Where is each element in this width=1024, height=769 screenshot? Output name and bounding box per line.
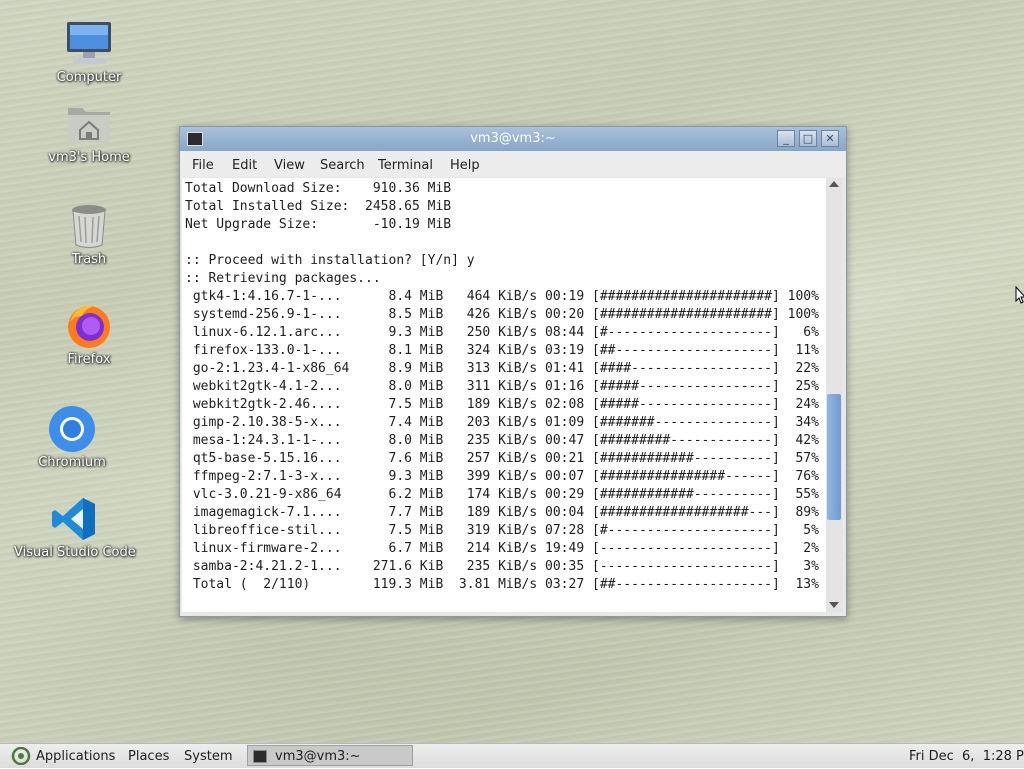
applications-menu[interactable]: Applications	[36, 749, 115, 764]
taskbar-terminal-button[interactable]: vm3@vm3:~	[247, 745, 413, 766]
desktop-icon-label: Visual Studio Code	[14, 545, 136, 560]
desktop-icon-vscode[interactable]: Visual Studio Code	[14, 495, 136, 560]
applications-logo-icon[interactable]	[11, 746, 31, 769]
menu-file[interactable]: File	[192, 158, 214, 173]
menu-edit[interactable]: Edit	[232, 158, 257, 173]
menu-search[interactable]: Search	[320, 158, 365, 173]
scroll-down-arrow-icon[interactable]	[829, 602, 839, 608]
window-title: vm3@vm3:~	[470, 131, 556, 146]
scroll-up-arrow-icon[interactable]	[829, 181, 839, 187]
system-menu[interactable]: System	[184, 749, 232, 764]
menu-help[interactable]: Help	[450, 158, 480, 173]
clock[interactable]: Fri Dec 6, 1:28 PM	[909, 749, 1024, 764]
trash-icon	[65, 202, 113, 250]
desktop-icon-label: Trash	[71, 252, 107, 267]
terminal-task-icon	[253, 750, 267, 763]
desktop: Computer vm3's Home Trash Firefox Chromi…	[0, 0, 1024, 743]
window-titlebar[interactable]: vm3@vm3:~ _ □ ✕	[180, 127, 846, 151]
terminal-text: Total Download Size: 910.36 MiB Total In…	[185, 181, 819, 592]
desktop-icon-trash[interactable]: Trash	[29, 202, 149, 267]
menu-view[interactable]: View	[274, 158, 305, 173]
computer-icon	[65, 20, 113, 68]
close-button[interactable]: ✕	[821, 130, 839, 147]
home-folder-icon	[65, 100, 113, 148]
desktop-icon-firefox[interactable]: Firefox	[29, 302, 149, 367]
vscode-icon	[50, 495, 98, 543]
firefox-icon	[65, 302, 113, 350]
desktop-icon-label: Chromium	[38, 455, 106, 470]
desktop-icon-chromium[interactable]: Chromium	[12, 405, 132, 470]
menubar: File Edit View Search Terminal Help	[180, 151, 846, 177]
desktop-icon-label: vm3's Home	[48, 150, 130, 165]
desktop-icon-label: Firefox	[67, 352, 111, 367]
bottom-panel: Applications Places System vm3@vm3:~ Fri…	[0, 743, 1024, 768]
desktop-icon-label: Computer	[56, 70, 122, 85]
scroll-thumb[interactable]	[827, 394, 841, 521]
scrollbar[interactable]	[826, 178, 842, 612]
minimize-button[interactable]: _	[777, 130, 795, 147]
maximize-button[interactable]: □	[799, 130, 817, 147]
desktop-icon-home[interactable]: vm3's Home	[29, 100, 149, 165]
places-menu[interactable]: Places	[128, 749, 169, 764]
mouse-cursor-icon	[1015, 285, 1024, 308]
terminal-output[interactable]: Total Download Size: 910.36 MiB Total In…	[182, 178, 826, 612]
taskbar-terminal-label: vm3@vm3:~	[275, 749, 361, 764]
terminal-window[interactable]: vm3@vm3:~ _ □ ✕ File Edit View Search Te…	[179, 126, 847, 617]
chromium-icon	[48, 405, 96, 453]
menu-terminal[interactable]: Terminal	[378, 158, 433, 173]
desktop-icon-computer[interactable]: Computer	[29, 20, 149, 85]
